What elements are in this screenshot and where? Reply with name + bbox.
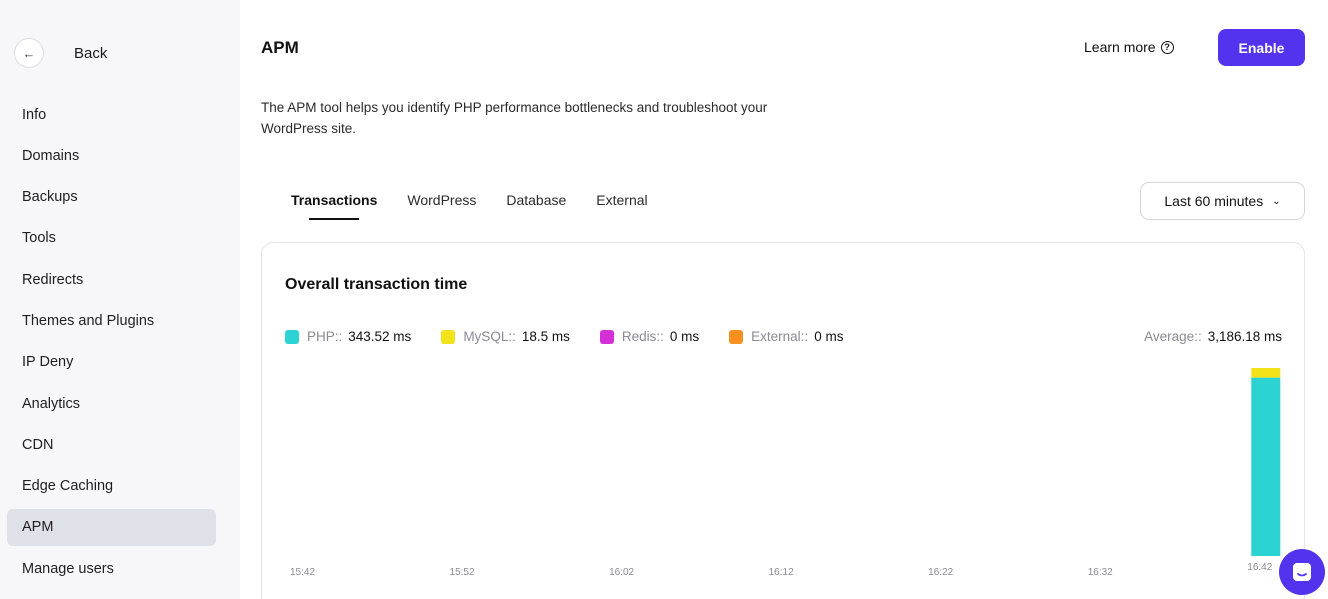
tab-bar: Transactions WordPress Database External [291, 192, 678, 220]
sidebar-item-redirects[interactable]: Redirects [7, 261, 216, 298]
legend-label-php: PHP:: [307, 329, 343, 344]
average-label: Average:: [1144, 329, 1202, 344]
sidebar-item-apm[interactable]: APM [7, 508, 216, 546]
time-range-value: Last 60 minutes [1164, 193, 1264, 209]
legend-value-redis: 0 ms [669, 329, 700, 344]
x-tick-label: 16:32 [1088, 567, 1113, 578]
legend-value-external: 0 ms [814, 329, 844, 344]
sidebar-item-analytics[interactable]: Analytics [7, 385, 216, 422]
legend-item-redis[interactable]: Redis:: 0 ms [599, 329, 700, 344]
legend-value-php: 343.52 ms [348, 329, 412, 344]
x-tick-label: 16:42 [1247, 562, 1272, 573]
legend-item-php[interactable]: PHP:: 343.52 ms [285, 329, 411, 344]
x-tick-label: 16:02 [609, 567, 634, 578]
main-content: APM Learn more ? Enable The APM tool hel… [240, 0, 1328, 599]
x-tick-label: 16:22 [928, 567, 953, 578]
sidebar-nav: Info Domains Backups Tools Redirects The… [7, 96, 216, 592]
transaction-time-chart: 15:42 15:52 16:02 16:12 16:22 16:32 16:42 [290, 368, 1281, 578]
average-value: 3,186.18 ms [1207, 329, 1282, 344]
learn-more-label: Learn more [1084, 39, 1156, 55]
tab-wordpress[interactable]: WordPress [407, 192, 476, 217]
bar-segment-php[interactable] [1251, 377, 1281, 556]
sidebar-item-themes-and-plugins[interactable]: Themes and Plugins [7, 302, 216, 339]
chart-legend: PHP:: 343.52 ms MySQL:: 18.5 ms Redis:: … [285, 329, 873, 344]
tab-database[interactable]: Database [506, 192, 566, 217]
chat-button[interactable] [1279, 549, 1325, 595]
question-circle-icon: ? [1160, 40, 1174, 54]
sidebar-item-manage-users[interactable]: Manage users [7, 550, 216, 587]
back-button[interactable]: ← Back [14, 36, 107, 70]
enable-button[interactable]: Enable [1218, 29, 1305, 66]
legend-item-external[interactable]: External:: 0 ms [729, 329, 843, 344]
legend-label-external: External:: [751, 329, 809, 344]
back-label: Back [74, 44, 108, 62]
transaction-time-card: 15:42 15:52 16:02 16:12 16:22 16:32 16:42 Over… [261, 242, 1305, 599]
tab-transactions[interactable]: Transactions [291, 192, 377, 220]
card-title: Overall transaction time [285, 276, 468, 293]
legend-swatch-redis [599, 329, 614, 344]
page-description: The APM tool helps you identify PHP perf… [261, 100, 768, 136]
sidebar-item-backups[interactable]: Backups [7, 179, 216, 216]
time-range-select[interactable]: Last 60 minutes ⌄ [1140, 182, 1305, 220]
sidebar-item-tools[interactable]: Tools [7, 220, 216, 257]
tab-external[interactable]: External [596, 192, 647, 217]
legend-label-mysql: MySQL:: [463, 329, 516, 344]
average-readout: Average:: 3,186.18 ms [1144, 329, 1282, 344]
sidebar-item-info[interactable]: Info [7, 96, 216, 133]
chat-icon [1293, 563, 1311, 581]
sidebar-item-edge-caching[interactable]: Edge Caching [7, 468, 216, 505]
chevron-down-icon: ⌄ [1272, 195, 1281, 207]
sidebar-item-cdn[interactable]: CDN [7, 426, 216, 463]
sidebar-item-ip-deny[interactable]: IP Deny [7, 344, 216, 381]
sidebar-item-domains[interactable]: Domains [7, 137, 216, 174]
x-tick-label: 15:52 [450, 567, 475, 578]
sidebar: ← Back Info Domains Backups Tools Redire… [0, 0, 240, 599]
arrow-left-icon: ← [14, 38, 44, 68]
bar-segment-mysql[interactable] [1251, 368, 1281, 378]
legend-value-mysql: 18.5 ms [521, 329, 570, 344]
x-tick-label: 16:12 [769, 567, 794, 578]
legend-label-redis: Redis:: [621, 329, 664, 344]
legend-swatch-external [729, 329, 744, 344]
legend-swatch-php [285, 329, 299, 344]
legend-item-mysql[interactable]: MySQL:: 18.5 ms [441, 329, 570, 344]
learn-more-link[interactable]: Learn more ? [1084, 39, 1174, 55]
x-tick-label: 15:42 [290, 567, 315, 578]
legend-swatch-mysql [441, 329, 456, 344]
page-title: APM [261, 38, 299, 57]
